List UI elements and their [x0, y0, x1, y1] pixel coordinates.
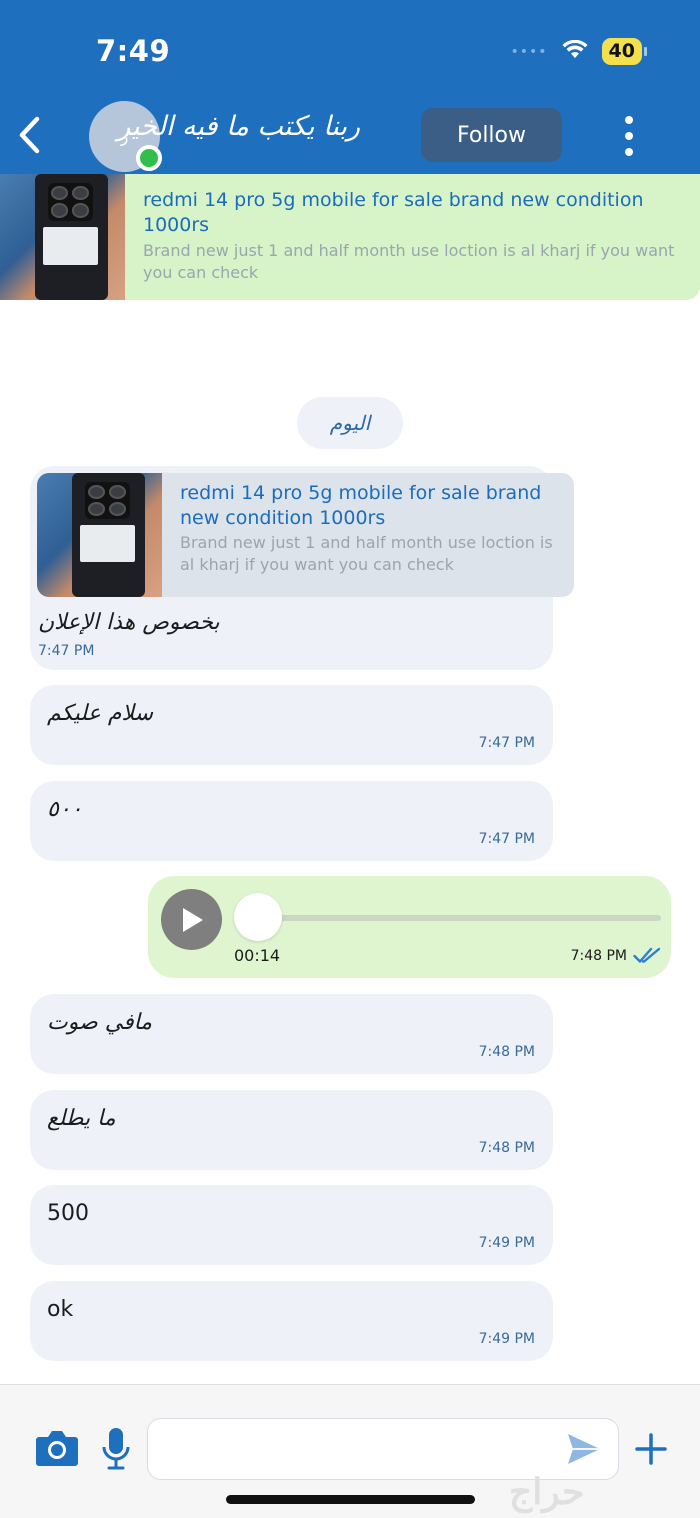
listing-thumbnail — [0, 174, 125, 300]
message-time: 7:47 PM — [478, 735, 535, 751]
message-time: 7:48 PM — [478, 1044, 535, 1060]
message-time: 7:49 PM — [478, 1331, 535, 1347]
home-indicator[interactable] — [226, 1495, 475, 1504]
message-bubble-incoming[interactable]: ok 7:49 PM — [30, 1281, 553, 1361]
voice-duration: 00:14 — [234, 946, 281, 965]
status-indicators: •••• 40 — [510, 38, 648, 65]
online-status-indicator — [136, 145, 162, 171]
message-bubble-incoming[interactable]: مافي صوت 7:48 PM — [30, 994, 553, 1074]
listing-banner[interactable]: redmi 14 pro 5g mobile for sale brand ne… — [0, 174, 700, 300]
camera-button[interactable] — [35, 1429, 79, 1467]
quoted-listing[interactable]: redmi 14 pro 5g mobile for sale brand ne… — [37, 473, 574, 597]
message-text: مافي صوت — [47, 1010, 153, 1035]
message-time: 7:48 PM — [570, 948, 627, 964]
chevron-left-icon — [19, 116, 40, 154]
status-time: 7:49 — [96, 34, 171, 68]
microphone-button[interactable] — [101, 1427, 131, 1471]
plus-icon — [635, 1433, 667, 1465]
quoted-description: Brand new just 1 and half month use loct… — [180, 533, 553, 574]
message-bubble-incoming[interactable]: 500 7:49 PM — [30, 1185, 553, 1265]
wifi-icon — [562, 39, 588, 64]
message-text: ٥٠٠ — [47, 797, 83, 822]
battery-level: 40 — [601, 38, 648, 65]
microphone-icon — [102, 1428, 130, 1470]
message-text: بخصوص هذا الإعلان — [38, 610, 220, 635]
vertical-dots-icon — [625, 116, 633, 124]
message-composer: حراج — [0, 1384, 700, 1518]
date-separator: اليوم — [297, 397, 403, 449]
quoted-title: redmi 14 pro 5g mobile for sale brand ne… — [180, 482, 542, 529]
message-text: ما يطلع — [47, 1106, 116, 1131]
listing-description: Brand new just 1 and half month use loct… — [143, 241, 675, 282]
audio-scrubber-handle[interactable] — [234, 893, 282, 941]
message-time: 7:47 PM — [38, 643, 95, 659]
watermark-logo: حراج — [509, 1471, 585, 1513]
chat-header: 7:49 •••• 40 ر ربنا يكتب ما فيه الخير Fo… — [0, 0, 700, 174]
voice-message-bubble[interactable]: 00:14 7:48 PM — [148, 876, 671, 978]
back-button[interactable] — [12, 114, 46, 156]
play-icon — [182, 907, 203, 932]
play-button[interactable] — [161, 889, 222, 950]
cellular-signal-icon: •••• — [510, 43, 548, 60]
send-button[interactable] — [566, 1432, 602, 1466]
attach-button[interactable] — [634, 1432, 668, 1466]
message-time: 7:49 PM — [478, 1235, 535, 1251]
quoted-thumbnail — [37, 473, 162, 597]
contact-name[interactable]: ربنا يكتب ما فيه الخير — [117, 111, 360, 142]
message-bubble-incoming[interactable]: ما يطلع 7:48 PM — [30, 1090, 553, 1170]
camera-icon — [36, 1431, 78, 1466]
listing-title: redmi 14 pro 5g mobile for sale brand ne… — [143, 189, 644, 236]
more-options-button[interactable] — [612, 112, 646, 160]
message-time: 7:47 PM — [478, 831, 535, 847]
message-text: سلام عليكم — [47, 701, 154, 726]
message-bubble-incoming[interactable]: ٥٠٠ 7:47 PM — [30, 781, 553, 861]
follow-button[interactable]: Follow — [421, 108, 562, 162]
audio-progress-track[interactable] — [236, 915, 661, 921]
double-check-icon — [633, 946, 661, 968]
message-time: 7:48 PM — [478, 1140, 535, 1156]
message-bubble-incoming[interactable]: سلام عليكم 7:47 PM — [30, 685, 553, 765]
message-bubble-incoming[interactable]: redmi 14 pro 5g mobile for sale brand ne… — [30, 466, 574, 670]
send-icon — [568, 1434, 600, 1464]
message-text: ok — [47, 1297, 74, 1322]
message-text: 500 — [47, 1201, 89, 1226]
